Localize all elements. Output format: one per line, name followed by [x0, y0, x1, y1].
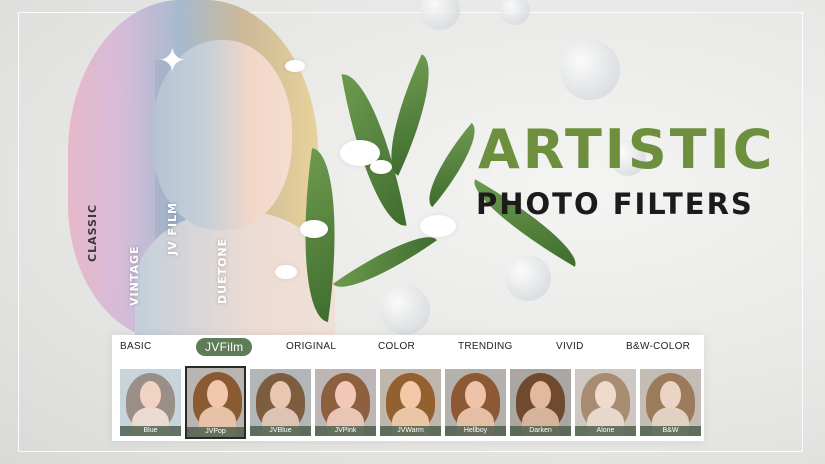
hero-label-vintage: VINTAGE [128, 245, 141, 306]
filter-thumb-label: JVPop [187, 427, 244, 437]
category-tab-trending[interactable]: TRENDING [458, 341, 513, 352]
filter-thumb-darken[interactable]: Darken [510, 369, 571, 436]
filter-thumb-label: Alone [575, 426, 636, 436]
category-tab-original[interactable]: ORIGINAL [286, 341, 336, 352]
hero-label-jvfilm: JV FILM [166, 202, 179, 255]
category-tab-basic[interactable]: BASIC [120, 341, 152, 352]
hero-label-duetone: DUETONE [216, 237, 229, 304]
filter-thumb-label: Darken [510, 426, 571, 436]
filter-thumb-hellboy[interactable]: Hellboy [445, 369, 506, 436]
filter-thumb-alone[interactable]: Alone [575, 369, 636, 436]
category-tab-color[interactable]: COLOR [378, 341, 415, 352]
headline-artistic: ARTISTIC [478, 118, 776, 181]
filter-panel: BASIC JVFilm ORIGINAL COLOR TRENDING VIV… [112, 335, 704, 441]
category-tab-jvfilm[interactable]: JVFilm [196, 338, 253, 356]
filter-thumb-bw[interactable]: B&W [640, 369, 701, 436]
sparkle-icon: ✦ [158, 42, 187, 80]
filter-category-bar: BASIC JVFilm ORIGINAL COLOR TRENDING VIV… [112, 335, 704, 363]
filter-thumb-label: Hellboy [445, 426, 506, 436]
hero-portrait [40, 0, 340, 360]
category-tab-bw-color[interactable]: B&W-COLOR [626, 341, 690, 352]
filter-thumb-blue[interactable]: Blue [120, 369, 181, 436]
category-tab-vivid[interactable]: VIVID [556, 341, 584, 352]
filter-thumb-label: JVWarm [380, 426, 441, 436]
hero-label-classic: CLASSIC [86, 203, 99, 262]
filter-thumb-jvwarm[interactable]: JVWarm [380, 369, 441, 436]
headline-photo-filters: PHOTO FILTERS [476, 187, 754, 221]
filter-thumb-label: Blue [120, 426, 181, 436]
filter-thumbnail-strip: Blue JVPop JVBlue JVPink JVWarm Hellboy … [120, 366, 704, 439]
filter-thumb-jvpop[interactable]: JVPop [185, 366, 246, 439]
filter-thumb-label: JVPink [315, 426, 376, 436]
filter-thumb-label: B&W [640, 426, 701, 436]
promo-banner: ✦ CLASSIC VINTAGE JV FILM DUETONE ARTIST… [0, 0, 825, 464]
filter-thumb-jvblue[interactable]: JVBlue [250, 369, 311, 436]
filter-thumb-jvpink[interactable]: JVPink [315, 369, 376, 436]
filter-thumb-label: JVBlue [250, 426, 311, 436]
